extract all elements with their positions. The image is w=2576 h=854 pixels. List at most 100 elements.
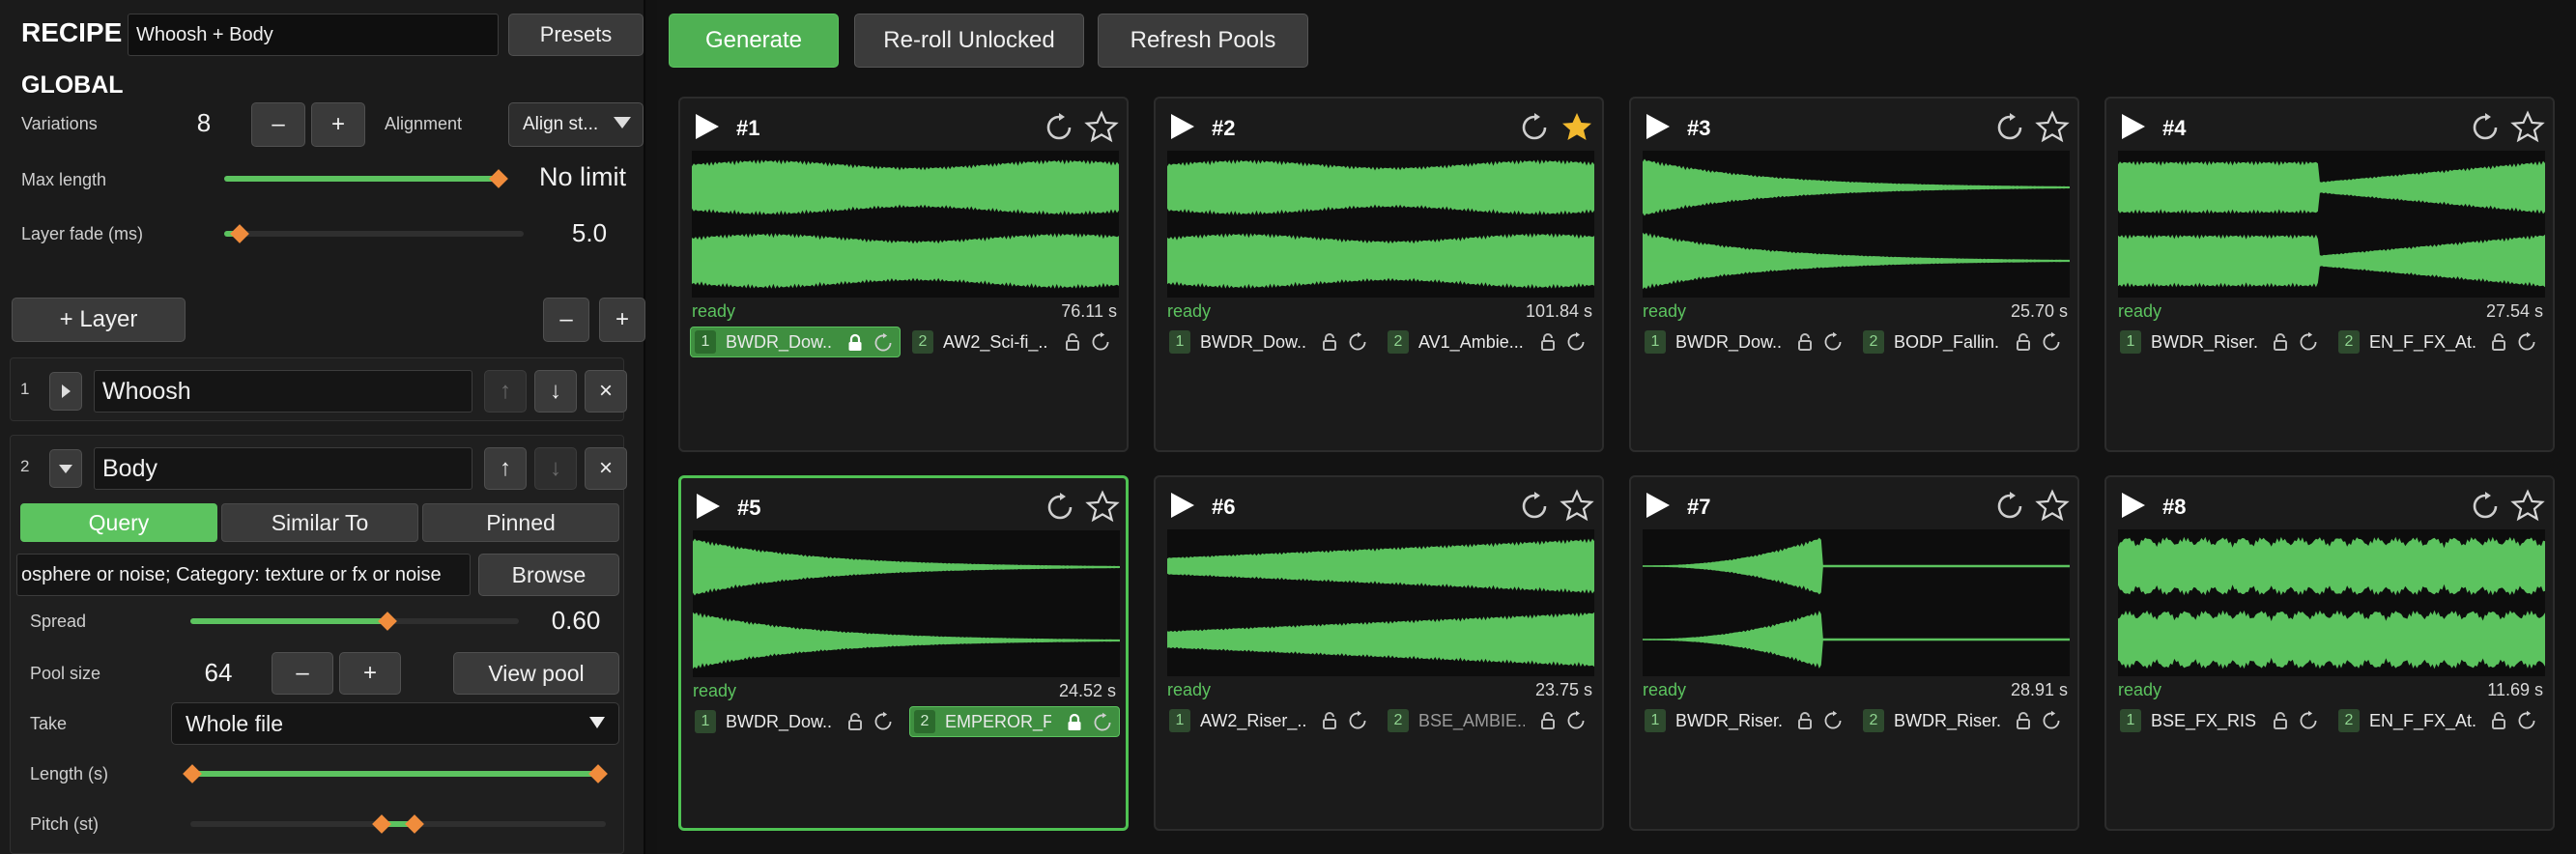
waveform[interactable] [692,151,1119,298]
waveform[interactable] [2118,151,2545,298]
lock-toggle[interactable] [2014,332,2033,352]
refresh-pools-button[interactable]: Refresh Pools [1098,14,1308,68]
pool-plus-button[interactable]: + [339,652,401,695]
play-icon[interactable] [2122,493,2145,518]
layer-fade-handle[interactable] [230,224,249,243]
waveform[interactable] [693,530,1120,677]
chip-reroll-button[interactable] [1347,710,1368,731]
lock-toggle[interactable] [2271,332,2290,352]
reroll-button[interactable] [2470,491,2501,522]
reroll-button[interactable] [2470,112,2501,143]
expand-toggle[interactable] [49,372,82,411]
favorite-button[interactable] [1084,110,1119,145]
move-down-button[interactable]: ↓ [534,447,577,490]
reroll-button[interactable] [1519,112,1550,143]
waveform[interactable] [1643,151,2070,298]
variations-minus-button[interactable]: – [251,102,305,147]
play-icon[interactable] [1171,493,1194,518]
favorite-button[interactable] [1560,110,1594,145]
reroll-button[interactable] [1045,492,1075,523]
source-chip[interactable]: 1 BWDR_Dow... [1165,327,1376,357]
layer-name-input[interactable]: Body [94,447,472,490]
lock-toggle[interactable] [1795,711,1815,730]
tab-pinned[interactable]: Pinned [422,503,619,542]
favorite-button[interactable] [2035,110,2070,145]
source-chip[interactable]: 2 BODP_Fallin... [1859,327,2070,357]
lock-toggle[interactable] [1320,711,1339,730]
layer-fade-slider[interactable] [224,231,524,237]
source-chip[interactable]: 1 AW2_Riser_... [1165,705,1376,736]
source-chip[interactable]: 1 BSE_FX_RISE... [2116,705,2327,736]
chip-reroll-button[interactable] [873,711,894,732]
max-length-handle[interactable] [489,169,508,188]
tab-similar-to[interactable]: Similar To [221,503,418,542]
play-icon[interactable] [1171,114,1194,139]
chip-reroll-button[interactable] [1565,331,1587,353]
add-layer-button[interactable]: + Layer [12,298,186,342]
take-select[interactable]: Whole file [171,702,619,745]
source-chip[interactable]: 2 EN_F_FX_At... [2334,705,2545,736]
remove-layer-x-button[interactable]: × [585,370,627,413]
remove-layer-button[interactable]: – [543,298,589,342]
lock-toggle[interactable] [1538,332,1558,352]
source-chip[interactable]: 2 AW2_Sci-fi_... [908,327,1119,357]
waveform[interactable] [2118,529,2545,676]
chip-reroll-button[interactable] [1822,331,1844,353]
tab-query[interactable]: Query [20,503,217,542]
source-chip[interactable]: 1 BWDR_Dow... [690,327,901,357]
layer-name-input[interactable]: Whoosh [94,370,472,413]
source-chip[interactable]: 1 BWDR_Riser... [2116,327,2327,357]
waveform[interactable] [1167,151,1594,298]
chip-reroll-button[interactable] [2516,331,2537,353]
alignment-select[interactable]: Align st... [508,102,644,147]
lock-toggle[interactable] [845,333,865,353]
chip-reroll-button[interactable] [2041,710,2062,731]
source-chip[interactable]: 2 AV1_Ambie... [1384,327,1594,357]
variation-card[interactable]: #7 ready 28.91 s 1 BWDR_Riser... 2 BWDR_… [1629,475,2079,831]
chip-reroll-button[interactable] [2516,710,2537,731]
variation-card[interactable]: #8 ready 11.69 s 1 BSE_FX_RISE... 2 EN_F… [2104,475,2555,831]
source-chip[interactable]: 1 BWDR_Dow... [1641,327,1851,357]
reroll-unlocked-button[interactable]: Re-roll Unlocked [854,14,1084,68]
variation-card[interactable]: #6 ready 23.75 s 1 AW2_Riser_... 2 BSE_A… [1154,475,1604,831]
lock-toggle[interactable] [1538,711,1558,730]
pitch-max-handle[interactable] [405,814,424,834]
favorite-button[interactable] [1085,490,1120,525]
move-down-button[interactable]: ↓ [534,370,577,413]
reroll-button[interactable] [1519,491,1550,522]
favorite-button[interactable] [2510,489,2545,524]
reroll-button[interactable] [1994,112,2025,143]
waveform[interactable] [1167,529,1594,676]
variations-plus-button[interactable]: + [311,102,365,147]
lock-toggle[interactable] [845,712,865,731]
chip-reroll-button[interactable] [873,332,894,354]
source-chip[interactable]: 2 EMPEROR_F... [909,706,1120,737]
chip-reroll-button[interactable] [2041,331,2062,353]
lock-toggle[interactable] [2489,332,2508,352]
favorite-button[interactable] [2035,489,2070,524]
length-max-handle[interactable] [588,764,608,783]
variation-card[interactable]: #2 ready 101.84 s 1 BWDR_Dow... 2 AV1_Am… [1154,97,1604,452]
play-icon[interactable] [2122,114,2145,139]
lock-toggle[interactable] [2014,711,2033,730]
chip-reroll-button[interactable] [2298,331,2319,353]
reroll-button[interactable] [1044,112,1074,143]
presets-button[interactable]: Presets [508,14,644,56]
spread-handle[interactable] [378,612,397,631]
chip-reroll-button[interactable] [1822,710,1844,731]
chip-reroll-button[interactable] [1347,331,1368,353]
variation-card[interactable]: #4 ready 27.54 s 1 BWDR_Riser... 2 EN_F_… [2104,97,2555,452]
favorite-button[interactable] [2510,110,2545,145]
collapse-toggle[interactable] [49,449,82,488]
move-up-button[interactable]: ↑ [484,447,527,490]
waveform[interactable] [1643,529,2070,676]
browse-button[interactable]: Browse [478,554,619,596]
recipe-name-input[interactable]: Whoosh + Body [128,14,499,56]
play-icon[interactable] [1646,493,1670,518]
generate-button[interactable]: Generate [669,14,839,68]
source-chip[interactable]: 2 BWDR_Riser... [1859,705,2070,736]
move-up-button[interactable]: ↑ [484,370,527,413]
favorite-button[interactable] [1560,489,1594,524]
length-min-handle[interactable] [183,764,202,783]
lock-toggle[interactable] [1065,713,1084,732]
